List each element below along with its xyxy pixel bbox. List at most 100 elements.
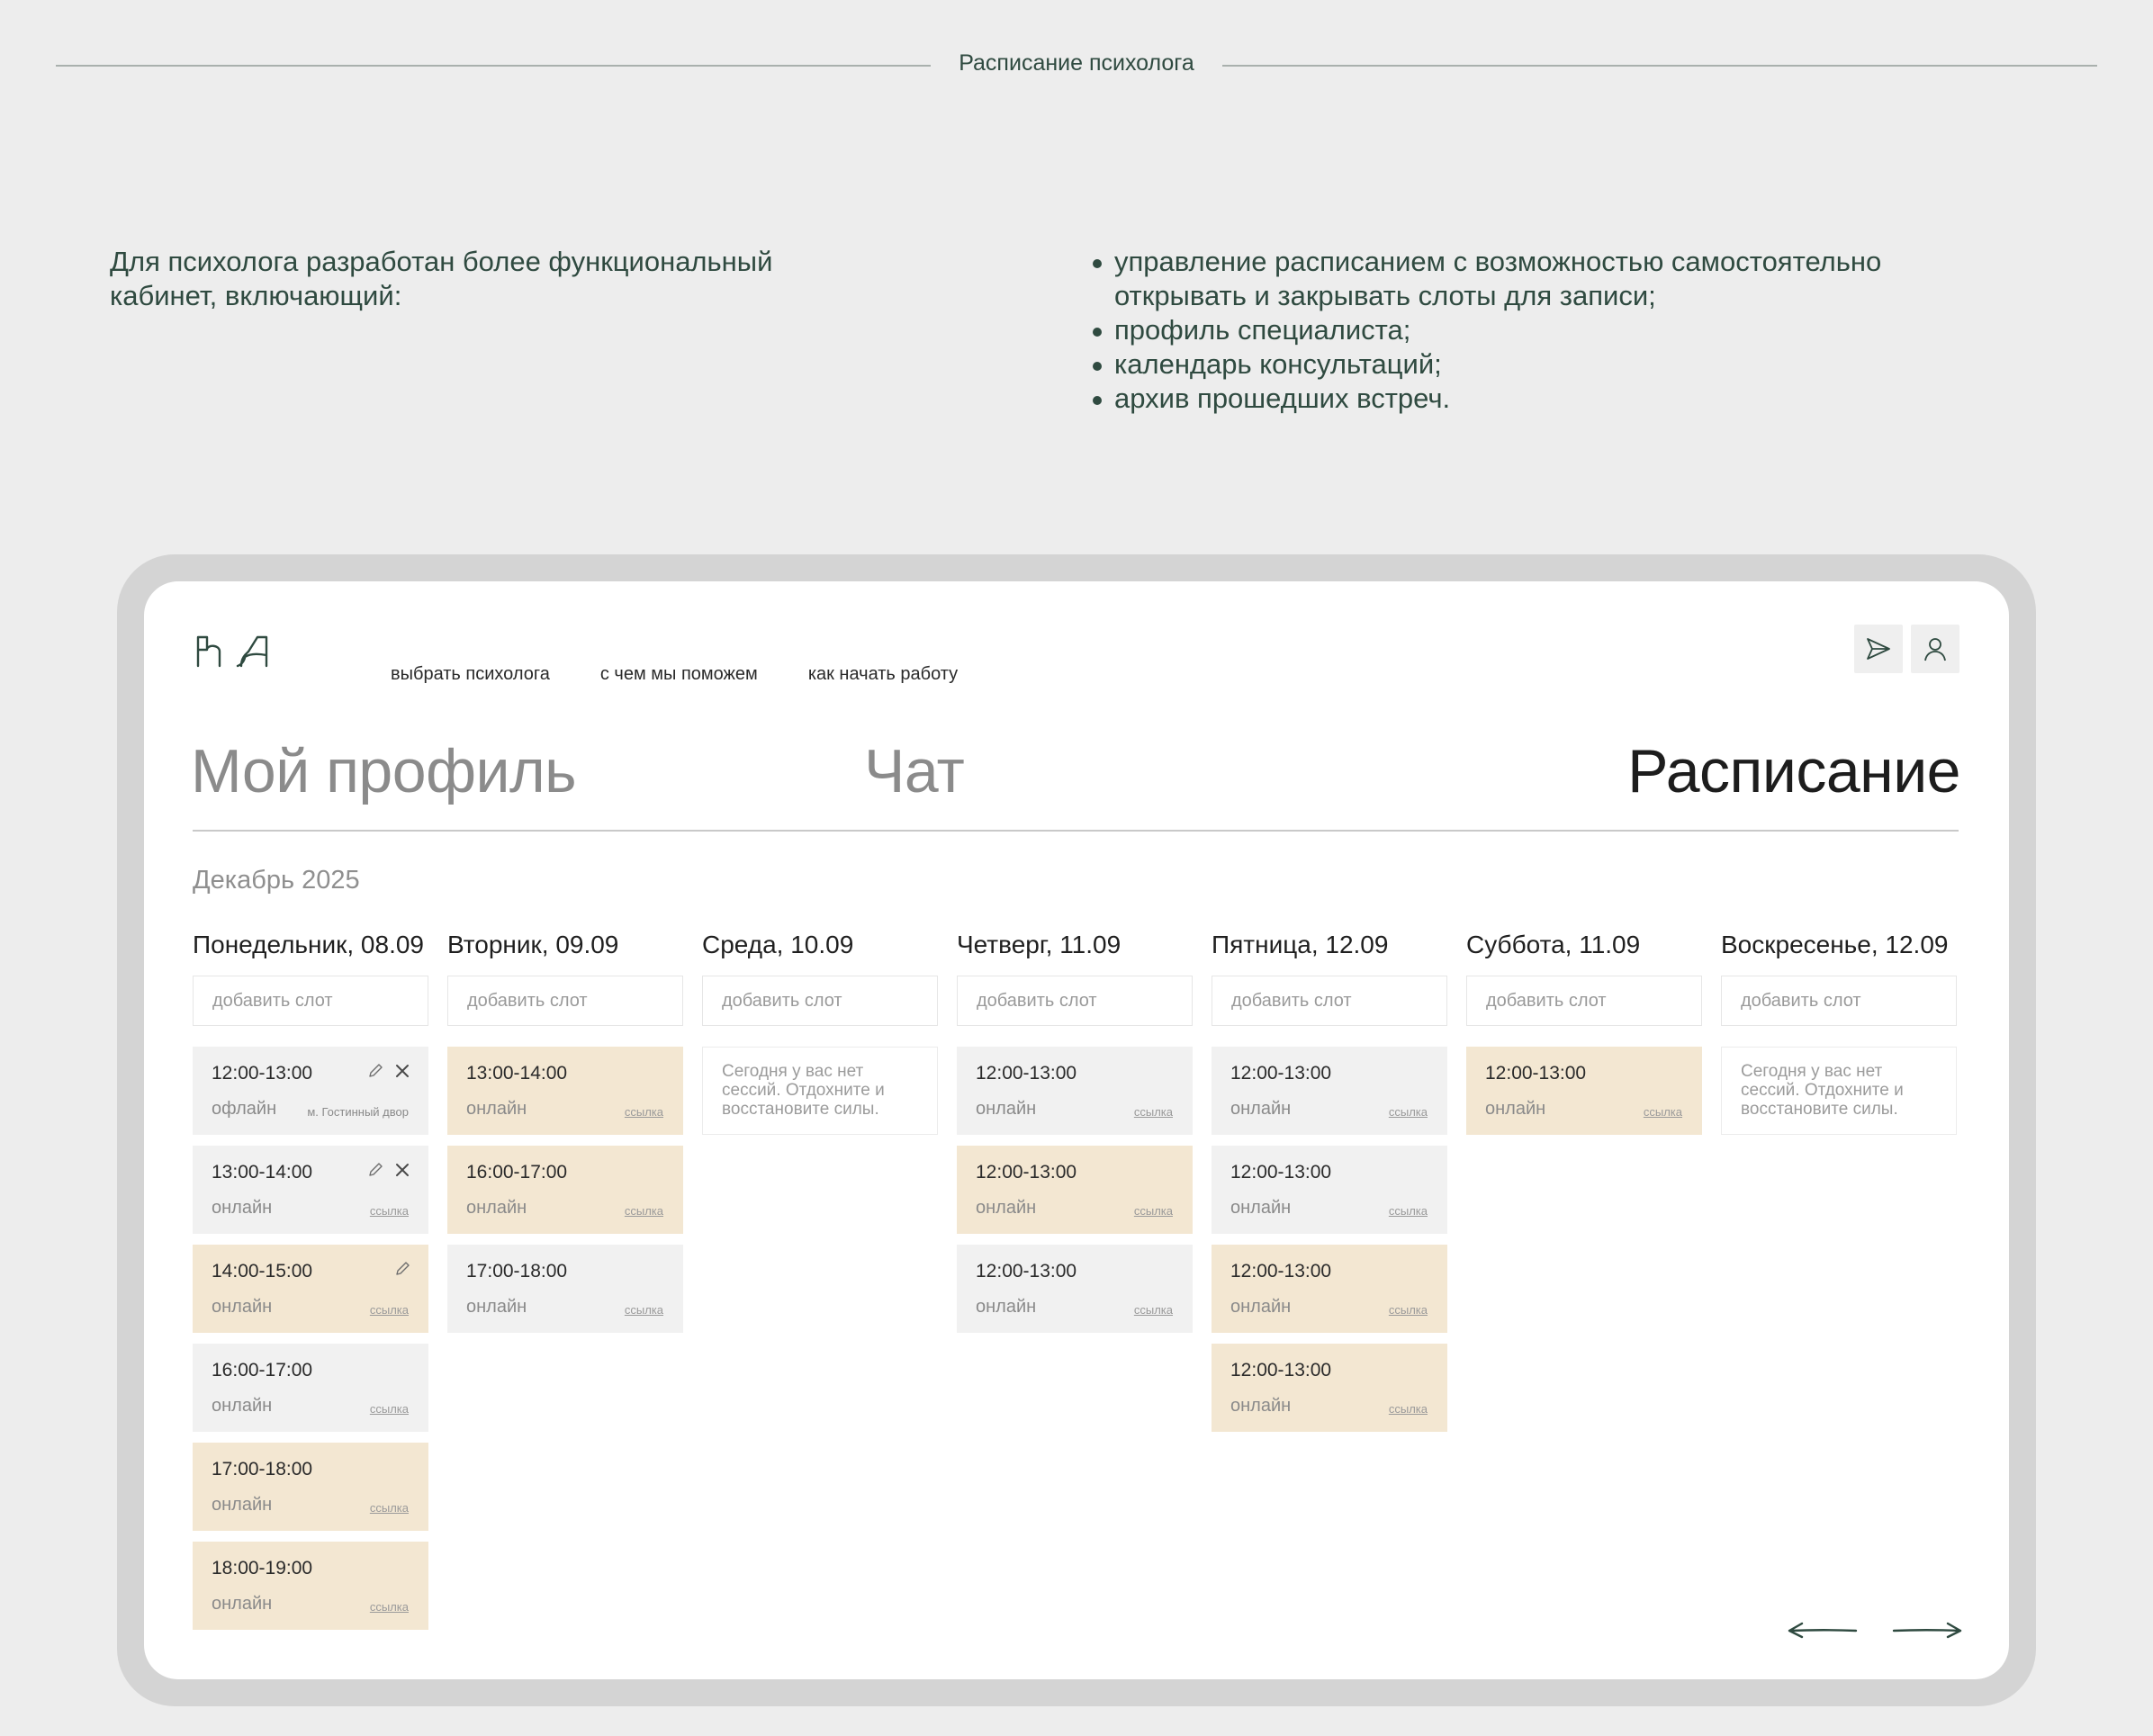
session-link[interactable]: ссылка — [1389, 1402, 1428, 1416]
close-icon[interactable] — [394, 1063, 410, 1079]
add-slot-button[interactable]: добавить слот — [447, 976, 683, 1026]
booked-slot-card[interactable]: 12:00-13:00 онлайн ссылка — [1212, 1344, 1447, 1432]
add-slot-button[interactable]: добавить слот — [957, 976, 1193, 1026]
slot-list: 13:00-14:00 онлайн ссылка 16:00-17:00 онлайн… — [447, 1047, 683, 1333]
tab-chat[interactable]: Чат — [864, 736, 965, 806]
session-link[interactable]: ссылка — [625, 1105, 663, 1119]
slot-time: 16:00-17:00 — [466, 1162, 568, 1183]
booked-slot-card[interactable]: 13:00-14:00 онлайн ссылка — [447, 1047, 683, 1135]
session-link[interactable]: ссылка — [1389, 1105, 1428, 1119]
slot-list: Сегодня у вас нет сессий. Отдохните и во… — [702, 1047, 938, 1135]
session-link[interactable]: ссылка — [1134, 1105, 1173, 1119]
slot-time: 14:00-15:00 — [212, 1261, 313, 1282]
slot-time: 17:00-18:00 — [466, 1261, 568, 1282]
day-column: Понедельник, 08.09 добавить слот 12:00-13:… — [193, 931, 428, 1641]
send-button[interactable] — [1854, 625, 1903, 673]
session-link[interactable]: ссылка — [1389, 1303, 1428, 1317]
add-slot-button[interactable]: добавить слот — [702, 976, 938, 1026]
day-column: Вторник, 09.09 добавить слот 13:00-14:00 он… — [447, 931, 683, 1344]
pencil-icon[interactable] — [367, 1162, 383, 1178]
add-slot-button[interactable]: добавить слот — [1212, 976, 1447, 1026]
arrow-left-icon[interactable] — [1786, 1616, 1858, 1643]
slot-list: 12:00-13:00 офлайн м. Гостинный двор 13:00-… — [193, 1047, 428, 1630]
hands-logo-icon[interactable] — [193, 634, 274, 670]
tabs-underline — [193, 830, 1959, 832]
tab-my-profile[interactable]: Мой профиль — [191, 736, 577, 806]
day-column: Среда, 10.09 добавить слот Сегодня у вас н… — [702, 931, 938, 1135]
free-slot-card[interactable]: 12:00-13:00 онлайн ссылка — [957, 1047, 1193, 1135]
day-title: Четверг, 11.09 — [957, 931, 1122, 958]
session-link[interactable]: ссылка — [1134, 1303, 1173, 1317]
nav-how-we-help[interactable]: с чем мы поможем — [600, 664, 758, 685]
session-link[interactable]: ссылка — [625, 1204, 663, 1218]
booked-slot-card[interactable]: 12:00-13:00 онлайн ссылка — [957, 1146, 1193, 1234]
arrow-right-icon[interactable] — [1892, 1616, 1964, 1643]
slot-time: 12:00-13:00 — [1230, 1162, 1332, 1183]
slot-list: Сегодня у вас нет сессий. Отдохните и во… — [1721, 1047, 1957, 1135]
app-screen: выбрать психолога с чем мы поможем как н… — [144, 581, 2009, 1679]
slot-time: 16:00-17:00 — [212, 1360, 313, 1381]
day-title: Пятница, 12.09 — [1212, 931, 1389, 958]
free-slot-card[interactable]: 12:00-13:00 онлайн ссылка — [1212, 1047, 1447, 1135]
slot-actions — [367, 1162, 410, 1178]
pencil-icon[interactable] — [367, 1063, 383, 1079]
intro-text: Для психолога разработан более функциона… — [110, 246, 773, 311]
slot-location: м. Гостинный двор — [307, 1105, 409, 1119]
booked-slot-card[interactable]: 14:00-15:00 онлайн ссылка — [193, 1245, 428, 1333]
free-slot-card[interactable]: 17:00-18:00 онлайн ссылка — [447, 1245, 683, 1333]
day-title: Вторник, 09.09 — [447, 931, 619, 958]
close-icon[interactable] — [394, 1162, 410, 1178]
booked-slot-card[interactable]: 17:00-18:00 онлайн ссылка — [193, 1443, 428, 1531]
free-slot-card[interactable]: 16:00-17:00 онлайн ссылка — [193, 1344, 428, 1432]
booked-slot-card[interactable]: 18:00-19:00 онлайн ссылка — [193, 1542, 428, 1630]
day-column: Воскресенье, 12.09 добавить слот Сегодня у… — [1721, 931, 1957, 1135]
user-icon — [1924, 638, 1946, 661]
divider-left — [56, 65, 931, 67]
session-link[interactable]: ссылка — [1389, 1204, 1428, 1218]
day-title: Среда, 10.09 — [702, 931, 854, 958]
day-column: Четверг, 11.09 добавить слот 12:00-13:00 он… — [957, 931, 1193, 1344]
session-link[interactable]: ссылка — [370, 1402, 409, 1416]
session-link[interactable]: ссылка — [1134, 1204, 1173, 1218]
slot-time: 12:00-13:00 — [1230, 1261, 1332, 1282]
slot-time: 12:00-13:00 — [976, 1162, 1077, 1183]
send-icon — [1867, 638, 1890, 660]
booked-slot-card[interactable]: 12:00-13:00 онлайн ссылка — [1466, 1047, 1702, 1135]
slot-time: 12:00-13:00 — [1230, 1063, 1332, 1084]
empty-day-message: Сегодня у вас нет сессий. Отдохните и во… — [702, 1047, 938, 1135]
session-link[interactable]: ссылка — [370, 1303, 409, 1317]
add-slot-button[interactable]: добавить слот — [193, 976, 428, 1026]
feature-item: календарь консультаций; — [1087, 347, 1897, 382]
slot-time: 12:00-13:00 — [1230, 1360, 1332, 1381]
free-slot-card[interactable]: 12:00-13:00 онлайн ссылка — [1212, 1146, 1447, 1234]
slot-list: 12:00-13:00 онлайн ссылка 12:00-13:00 онлайн… — [957, 1047, 1193, 1333]
slot-actions — [367, 1063, 410, 1079]
day-column: Суббота, 11.09 добавить слот 12:00-13:00 он… — [1466, 931, 1702, 1146]
session-link[interactable]: ссылка — [625, 1303, 663, 1317]
booked-slot-card[interactable]: 16:00-17:00 онлайн ссылка — [447, 1146, 683, 1234]
slot-list: 12:00-13:00 онлайн ссылка 12:00-13:00 онлайн… — [1212, 1047, 1447, 1432]
profile-button[interactable] — [1911, 625, 1959, 673]
slot-time: 17:00-18:00 — [212, 1459, 313, 1480]
session-link[interactable]: ссылка — [370, 1204, 409, 1218]
free-slot-card[interactable]: 12:00-13:00 офлайн м. Гостинный двор — [193, 1047, 428, 1135]
session-link[interactable]: ссылка — [1644, 1105, 1682, 1119]
main-nav: выбрать психолога с чем мы поможем как н… — [391, 664, 958, 685]
add-slot-button[interactable]: добавить слот — [1466, 976, 1702, 1026]
day-title: Суббота, 11.09 — [1466, 931, 1641, 958]
add-slot-button[interactable]: добавить слот — [1721, 976, 1957, 1026]
pencil-icon[interactable] — [394, 1261, 410, 1277]
feature-item: профиль специалиста; — [1087, 313, 1897, 347]
nav-choose-psychologist[interactable]: выбрать психолога — [391, 664, 550, 685]
booked-slot-card[interactable]: 12:00-13:00 онлайн ссылка — [1212, 1245, 1447, 1333]
nav-how-to-start[interactable]: как начать работу — [808, 664, 958, 685]
divider-right — [1222, 65, 2097, 67]
free-slot-card[interactable]: 12:00-13:00 онлайн ссылка — [957, 1245, 1193, 1333]
session-link[interactable]: ссылка — [370, 1501, 409, 1515]
session-link[interactable]: ссылка — [370, 1600, 409, 1614]
day-title: Понедельник, 08.09 — [193, 931, 425, 958]
section-title: Расписание психолога — [959, 50, 1194, 76]
free-slot-card[interactable]: 13:00-14:00 онлайн ссылка — [193, 1146, 428, 1234]
tab-schedule[interactable]: Расписание — [1627, 736, 1960, 806]
empty-day-message: Сегодня у вас нет сессий. Отдохните и во… — [1721, 1047, 1957, 1135]
